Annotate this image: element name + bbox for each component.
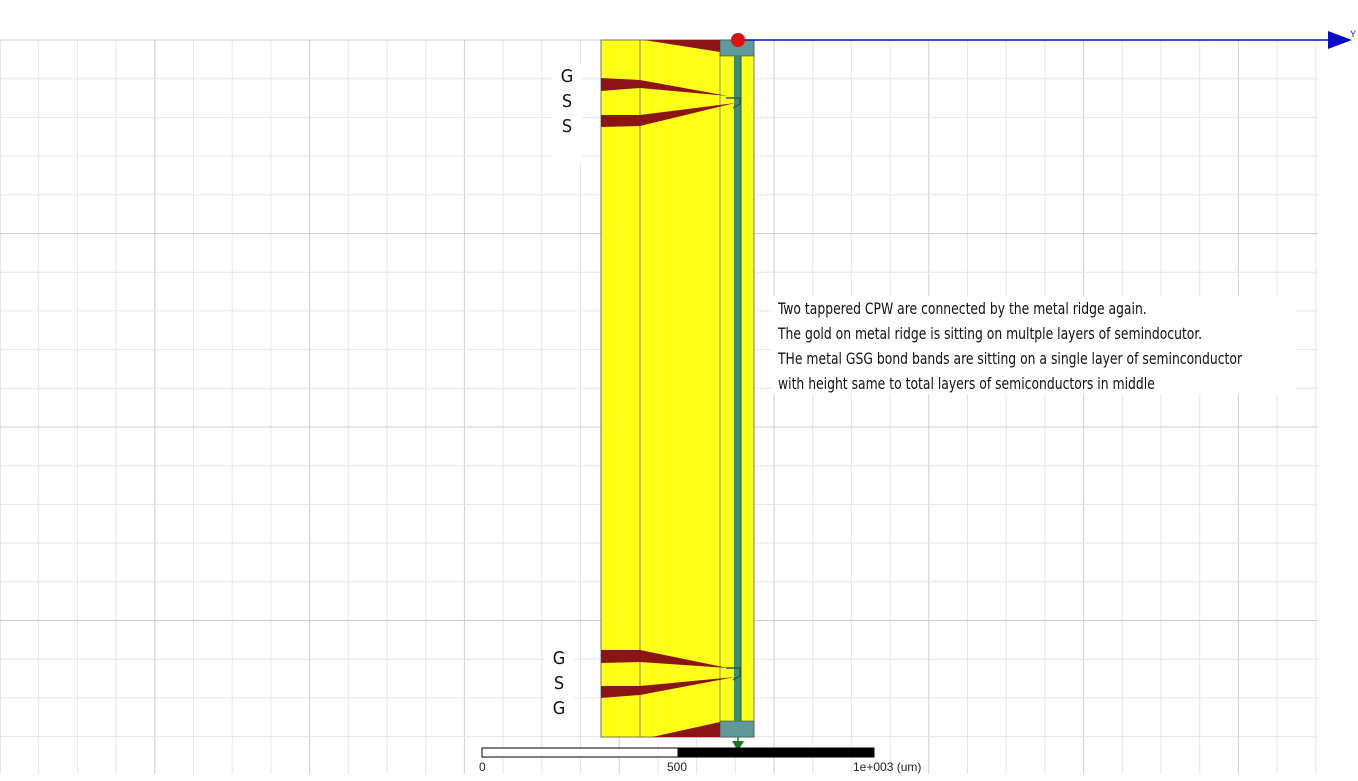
note-line-3: THe metal GSG bond bands are sitting on … — [778, 349, 1243, 368]
scale-tick-label-1000: 1e+003 (um) — [853, 760, 922, 774]
scale-tick-label-0: 0 — [479, 760, 486, 774]
top-label-1: G — [560, 66, 574, 87]
bottom-label-1: G — [552, 648, 566, 669]
bottom-label-3: G — [552, 698, 566, 719]
scale-bar — [481, 747, 875, 758]
bottom-label-2: S — [553, 673, 565, 694]
y-axis-arrow — [1328, 31, 1352, 49]
y-axis-label: Y — [1350, 29, 1356, 39]
bottom-pad-labels: G S G — [544, 646, 574, 736]
scale-bar-white-segment — [481, 747, 679, 758]
scale-tick-label-500: 500 — [667, 760, 688, 774]
note-line-1: Two tappered CPW are connected by the me… — [778, 299, 1147, 318]
substrate-body — [600, 39, 755, 738]
ridge-body — [734, 56, 741, 721]
origin-marker — [731, 33, 745, 47]
top-pad-labels: G S S — [552, 64, 582, 164]
note-line-4: with height same to total layers of semi… — [778, 374, 1155, 393]
top-label-2: S — [561, 91, 573, 112]
ridge-cap-bottom — [719, 720, 755, 738]
substrate — [600, 39, 755, 738]
3d-model-viewport[interactable]: Y G S S G S G Two tappered CPW are conne… — [0, 0, 1358, 776]
note-line-2: The gold on metal ridge is sitting on mu… — [778, 324, 1203, 343]
top-label-3: S — [561, 116, 573, 137]
annotation-note: Two tappered CPW are connected by the me… — [772, 296, 1296, 394]
scale-bar-black-segment — [677, 747, 875, 758]
